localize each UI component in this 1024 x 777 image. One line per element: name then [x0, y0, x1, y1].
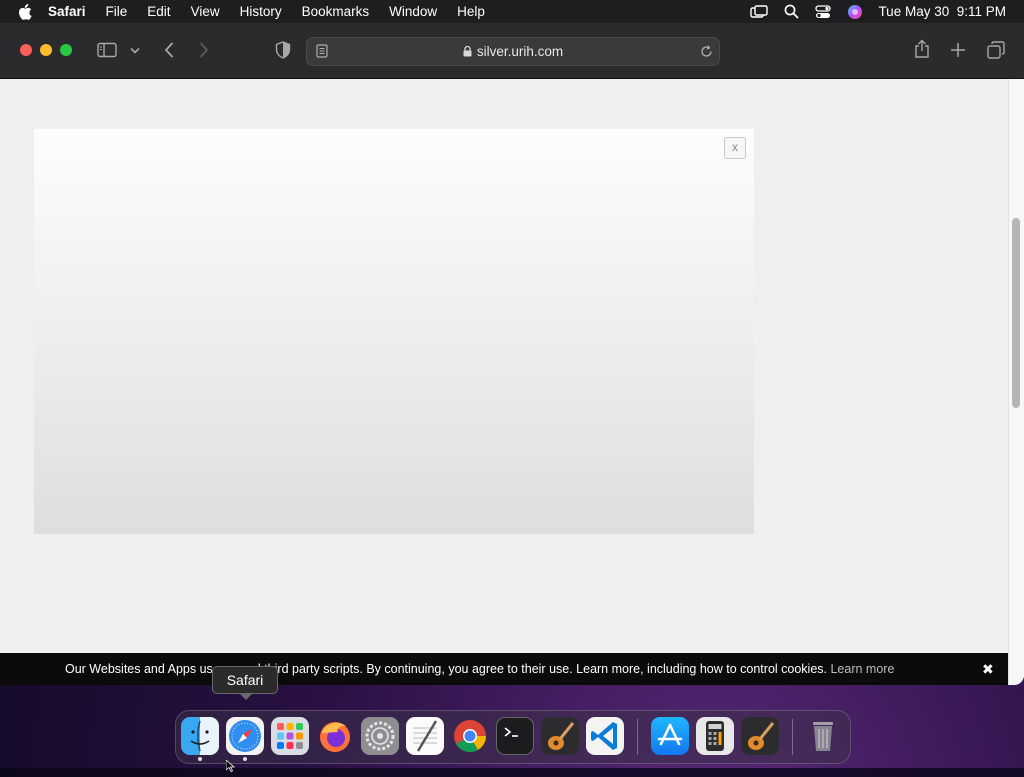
web-page-content: x [0, 79, 1008, 685]
cookie-close-icon[interactable]: ✖ [982, 653, 994, 685]
apple-menu-icon[interactable] [18, 3, 34, 20]
url-text: silver.urih.com [476, 44, 564, 59]
menu-file[interactable]: File [106, 4, 128, 19]
trash-icon[interactable] [804, 717, 842, 755]
menu-help[interactable]: Help [457, 4, 485, 19]
spotlight-search-icon[interactable] [782, 4, 800, 20]
system-settings-icon[interactable] [361, 717, 399, 755]
menu-bar: Safari File Edit View History Bookmarks … [0, 0, 1024, 23]
sidebar-toggle-icon[interactable] [96, 41, 118, 59]
zoom-window-button[interactable] [60, 44, 72, 56]
share-icon[interactable] [912, 38, 932, 60]
cookie-text-rest: d third party scripts. By continuing, yo… [253, 662, 827, 676]
terminal-icon[interactable] [496, 717, 534, 755]
safari-icon[interactable] [226, 717, 264, 755]
close-window-button[interactable] [20, 44, 32, 56]
back-arrow-icon[interactable] [160, 40, 178, 60]
privacy-shield-icon[interactable] [273, 40, 293, 60]
cookie-text-start: Our Websites and Apps us [65, 662, 213, 676]
menu-history[interactable]: History [240, 4, 282, 19]
new-tab-plus-icon[interactable] [948, 40, 968, 60]
mouse-cursor-icon [225, 759, 236, 773]
calculator-icon[interactable] [696, 717, 734, 755]
address-bar[interactable]: silver.urih.com [306, 37, 720, 66]
cookie-notice-bar: Our Websites and Apps us d third party sc… [0, 653, 1008, 685]
chrome-icon[interactable] [451, 717, 489, 755]
menu-app-name[interactable]: Safari [48, 4, 86, 19]
textedit-icon[interactable] [406, 717, 444, 755]
minimize-window-button[interactable] [40, 44, 52, 56]
menu-bookmarks[interactable]: Bookmarks [302, 4, 370, 19]
finder-running-dot [198, 757, 202, 761]
tab-overview-icon[interactable] [985, 40, 1007, 60]
forward-arrow-icon[interactable] [195, 40, 213, 60]
tooltip-label: Safari [226, 672, 264, 688]
vscode-icon[interactable] [586, 717, 624, 755]
menu-edit[interactable]: Edit [147, 4, 170, 19]
app-store-icon[interactable] [651, 717, 689, 755]
dock-tooltip: Safari [212, 666, 278, 700]
garageband-icon[interactable] [541, 717, 579, 755]
safari-window: silver.urih.com x Our Websites and Apps … [0, 23, 1024, 685]
finder-icon[interactable] [181, 717, 219, 755]
cookie-notice-text: Our Websites and Apps us d third party sc… [65, 653, 894, 685]
dock-separator [637, 719, 638, 755]
safari-running-dot [243, 757, 247, 761]
ad-close-button[interactable]: x [724, 137, 746, 159]
menu-clock[interactable]: Tue May 30 9:11 PM [878, 4, 1006, 19]
firefox-icon[interactable] [316, 717, 354, 755]
garageband-icon[interactable] [741, 717, 779, 755]
screen-mirroring-icon[interactable] [750, 4, 769, 20]
dock-separator [792, 719, 793, 755]
ad-overlay-box: x [34, 129, 754, 534]
menu-view[interactable]: View [191, 4, 220, 19]
learn-more-link[interactable]: Learn more [830, 662, 894, 676]
lock-icon [463, 39, 472, 57]
tooltip-tail [239, 693, 253, 700]
chevron-down-icon[interactable] [129, 45, 141, 55]
scrollbar-thumb[interactable] [1012, 218, 1020, 408]
launchpad-icon[interactable] [271, 717, 309, 755]
menu-window[interactable]: Window [389, 4, 437, 19]
control-center-icon[interactable] [814, 4, 832, 20]
browser-toolbar: silver.urih.com [0, 23, 1024, 79]
dock [175, 710, 851, 764]
reload-icon[interactable] [699, 44, 713, 58]
siri-icon[interactable] [846, 4, 864, 20]
